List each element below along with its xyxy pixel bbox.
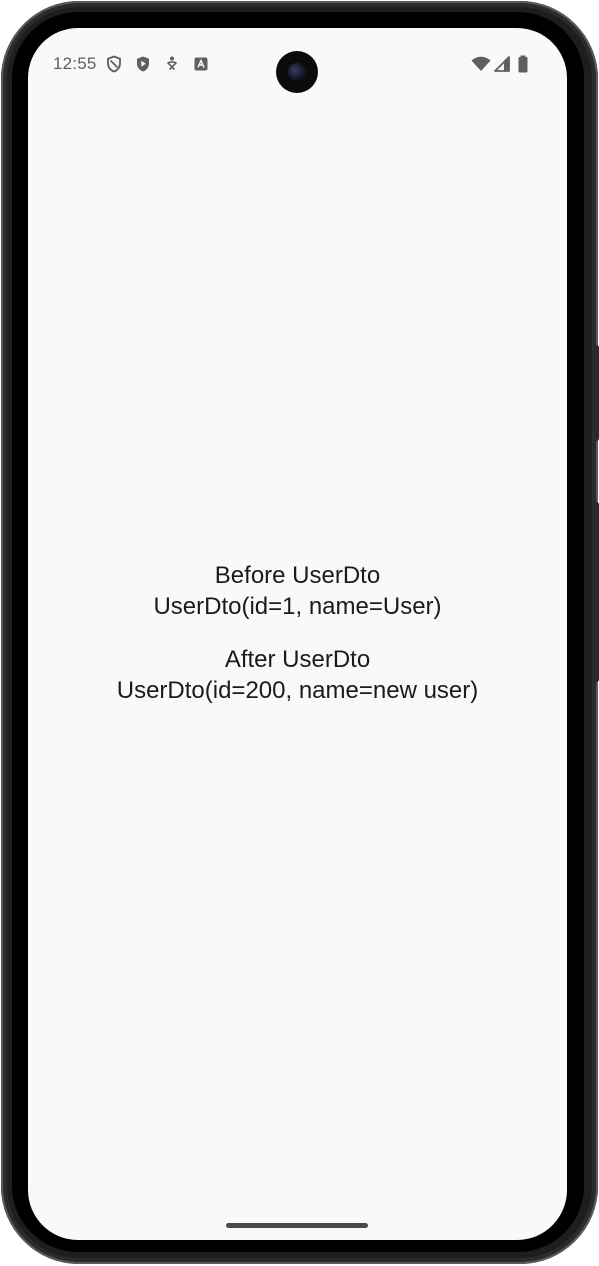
front-camera (276, 51, 318, 93)
play-protect-icon (137, 56, 149, 72)
home-indicator[interactable] (226, 1223, 368, 1228)
after-value: UserDto(id=200, name=new user) (116, 677, 479, 704)
status-bar: 12:55 (28, 28, 567, 100)
volume-button (594, 502, 599, 682)
before-section: Before UserDto UserDto(id=1, name=User) (28, 560, 567, 622)
power-button (594, 345, 599, 441)
camera-lens (288, 63, 306, 81)
wifi-icon (471, 56, 491, 71)
battery-icon (518, 55, 528, 73)
accessibility-icon (166, 56, 178, 71)
phone-device: 12:55 Before UserDto UserDto(id=1, name=… (0, 0, 599, 1266)
user-dto-content: Before UserDto UserDto(id=1, name=User) … (28, 560, 567, 728)
app-notification-icon (194, 57, 208, 71)
vpn-shield-icon (107, 55, 121, 73)
after-title: After UserDto (224, 646, 371, 673)
status-time: 12:55 (53, 54, 97, 73)
after-section: After UserDto UserDto(id=200, name=new u… (28, 644, 567, 706)
cellular-signal-icon (494, 56, 510, 72)
before-title: Before UserDto (214, 562, 381, 589)
before-value: UserDto(id=1, name=User) (153, 593, 442, 620)
screen: 12:55 Before UserDto UserDto(id=1, name=… (28, 28, 567, 1240)
